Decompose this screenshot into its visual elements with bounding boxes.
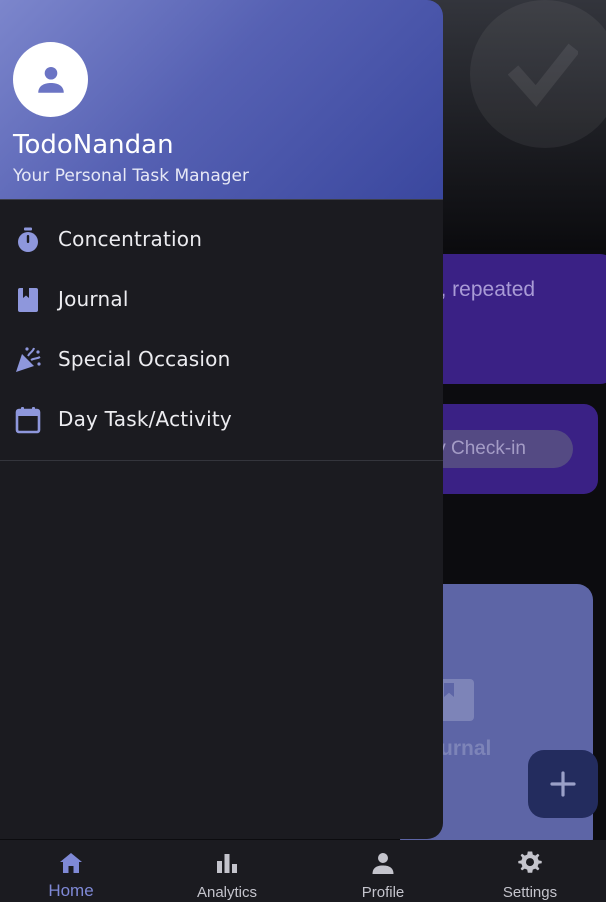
nav-label: Home [48,881,94,900]
menu-item-concentration[interactable]: Concentration [0,210,443,270]
timer-icon [18,227,38,252]
menu-item-day-task-activity[interactable]: Day Task/Activity [0,390,443,450]
bar-chart-icon [217,854,237,873]
menu-item-label: Journal [58,287,129,311]
drawer-menu: Concentration Journal Special Occasion D… [0,210,443,450]
add-task-button[interactable] [528,750,598,818]
book-icon [18,288,38,312]
drawer-header: TodoNandan Your Personal Task Manager [0,0,443,200]
info-card-text: s, repeated [430,278,536,301]
nav-settings[interactable]: Settings [454,840,606,902]
home-icon [60,853,82,873]
nav-analytics[interactable]: Analytics [142,840,312,902]
nav-label: Analytics [196,884,258,901]
person-icon [372,853,394,874]
navigation-drawer: TodoNandan Your Personal Task Manager Co… [0,0,443,839]
person-icon [37,66,64,93]
avatar[interactable] [13,42,88,117]
nav-profile[interactable]: Profile [312,840,454,902]
celebration-icon [16,347,41,372]
menu-divider [0,460,443,461]
nav-label: Profile [361,884,405,901]
menu-item-label: Day Task/Activity [58,407,232,431]
menu-item-journal[interactable]: Journal [0,270,443,330]
nav-label: Settings [502,884,558,901]
bottom-navigation: Home Analytics Profile Settings [0,840,606,902]
journal-card-label: urnal [440,737,492,760]
gear-icon [518,851,542,873]
plus-icon [550,771,576,797]
nav-home[interactable]: Home [0,840,142,902]
menu-item-label: Concentration [58,227,203,251]
menu-item-label: Special Occasion [58,347,231,371]
check-icon [508,43,578,107]
app-name: TodoNandan [13,130,174,160]
menu-item-special-occasion[interactable]: Special Occasion [0,330,443,390]
app-tagline: Your Personal Task Manager [13,166,249,186]
calendar-icon [15,407,41,434]
